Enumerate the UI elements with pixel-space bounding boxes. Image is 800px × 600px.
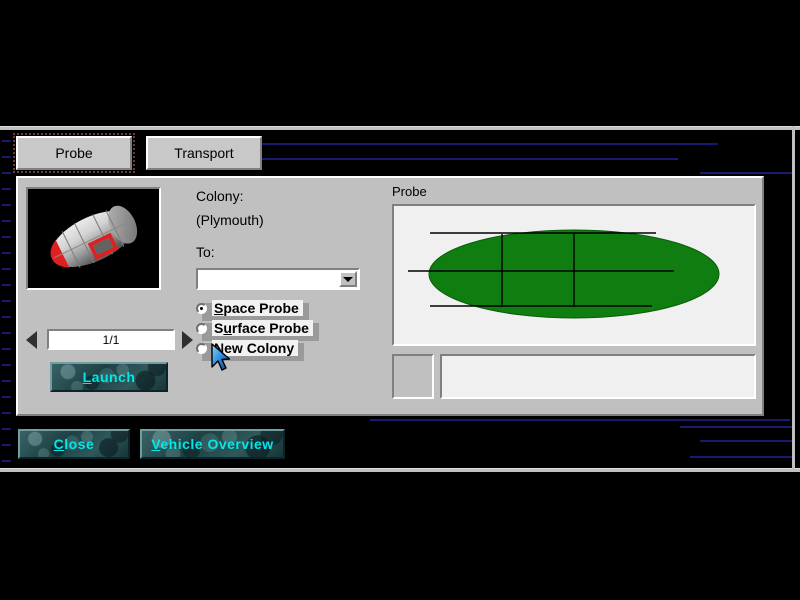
backdrop-tick	[2, 204, 11, 206]
radio-label-head: S	[214, 320, 223, 336]
probe-diagram-canvas	[392, 204, 756, 346]
backdrop-tick	[2, 156, 11, 158]
probe-status-text	[440, 354, 756, 399]
radio-new-colony[interactable]: New Colony	[196, 338, 298, 358]
window-frame-top	[0, 126, 800, 130]
triangle-left-icon[interactable]	[26, 331, 37, 349]
backdrop-line	[680, 426, 792, 428]
backdrop-tick	[2, 140, 11, 142]
tab-transport-label: Transport	[174, 145, 233, 161]
probe-group-title: Probe	[392, 184, 427, 199]
radio-space-probe-label: Space Probe	[212, 300, 303, 316]
window-frame-bottom	[0, 468, 800, 472]
radio-accel: S	[214, 300, 223, 316]
backdrop-tick	[2, 444, 11, 446]
radio-indicator	[196, 343, 207, 354]
probe-schematic-diagram	[394, 206, 754, 344]
vehicle-overview-button[interactable]: Vehicle Overview	[140, 429, 285, 459]
tab-transport[interactable]: Transport	[146, 136, 262, 170]
backdrop-tick	[2, 332, 11, 334]
backdrop-line	[690, 456, 792, 458]
launch-button-label: aunch	[92, 369, 136, 385]
page-counter-label: 1/1	[103, 333, 120, 347]
page-navigation: 1/1	[24, 329, 194, 351]
colony-value: (Plymouth)	[196, 212, 264, 228]
backdrop-tick	[2, 220, 11, 222]
vehicle-overview-accel: V	[151, 436, 160, 452]
probe-type-radiogroup: Space Probe Surface Probe New Colony	[196, 298, 376, 358]
launch-button[interactable]: Launch	[50, 362, 168, 392]
tab-probe-label: Probe	[55, 145, 92, 161]
radio-label-rest: pace Probe	[223, 300, 298, 316]
probe-status-icon[interactable]	[392, 354, 434, 399]
backdrop-tick	[2, 284, 11, 286]
close-accel: C	[54, 436, 65, 452]
probe-capsule-render-icon	[28, 189, 159, 288]
radio-label-rest: rface Probe	[232, 320, 309, 336]
backdrop-line	[258, 143, 718, 145]
backdrop-tick	[2, 364, 11, 366]
radio-accel: u	[223, 320, 232, 336]
backdrop-tick	[2, 236, 11, 238]
radio-accel: N	[214, 340, 224, 356]
backdrop-line	[370, 419, 790, 421]
radio-surface-probe[interactable]: Surface Probe	[196, 318, 313, 338]
radio-space-probe[interactable]: Space Probe	[196, 298, 303, 318]
backdrop-tick	[2, 396, 11, 398]
backdrop-tick	[2, 172, 11, 174]
backdrop-tick	[2, 252, 11, 254]
close-button-label: lose	[64, 436, 94, 452]
backdrop-tick	[2, 460, 11, 462]
tab-probe[interactable]: Probe	[16, 136, 132, 170]
target-column: Colony: (Plymouth) To: Space Probe Surfa…	[196, 188, 376, 408]
probe-status-row	[392, 354, 756, 402]
triangle-right-icon[interactable]	[182, 331, 193, 349]
radio-new-colony-label: New Colony	[212, 340, 298, 356]
backdrop-line	[700, 172, 792, 174]
backdrop-tick	[2, 380, 11, 382]
radio-label-rest: ew Colony	[224, 340, 294, 356]
page-counter: 1/1	[47, 329, 175, 350]
close-button[interactable]: Close	[18, 429, 130, 459]
radio-indicator	[196, 323, 207, 334]
window-frame-right	[792, 126, 795, 471]
probe-dialog-panel: 1/1 Launch Colony: (Plymouth) To: Space …	[16, 176, 764, 416]
chevron-down-icon[interactable]	[339, 271, 357, 287]
backdrop-line	[700, 440, 792, 442]
colony-label: Colony:	[196, 188, 243, 204]
launch-accel: L	[83, 369, 92, 385]
radio-indicator	[196, 303, 207, 314]
probe-groupbox: Probe	[388, 182, 760, 412]
vehicle-overview-button-label: ehicle Overview	[160, 436, 273, 452]
destination-combo[interactable]	[196, 268, 360, 290]
backdrop-tick	[2, 316, 11, 318]
to-label: To:	[196, 244, 215, 260]
ship-thumbnail	[26, 187, 161, 290]
radio-surface-probe-label: Surface Probe	[212, 320, 313, 336]
backdrop-tick	[2, 268, 11, 270]
backdrop-tick	[2, 428, 11, 430]
backdrop-tick	[2, 300, 11, 302]
backdrop-tick	[2, 188, 11, 190]
backdrop-tick	[2, 412, 11, 414]
backdrop-line	[258, 158, 678, 160]
backdrop-tick	[2, 348, 11, 350]
